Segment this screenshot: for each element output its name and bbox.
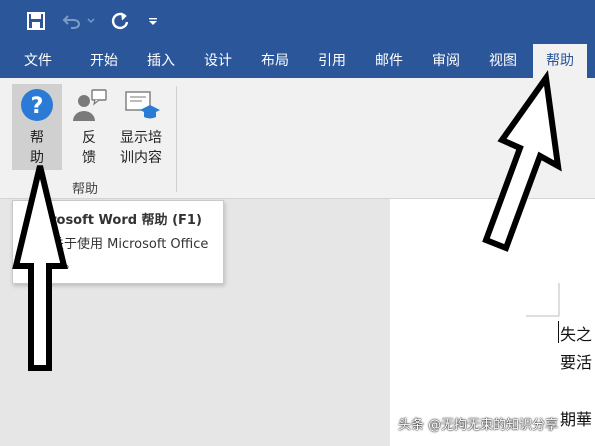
title-bar bbox=[0, 0, 595, 44]
tab-design[interactable]: 设计 bbox=[190, 44, 246, 78]
watermark: 头条 @无拘无束的知识分享 bbox=[398, 418, 559, 433]
document-line-2: 要活 bbox=[560, 353, 593, 372]
undo-icon[interactable] bbox=[60, 9, 84, 33]
feedback-button-label-line1: 反 bbox=[82, 130, 96, 146]
undo-dropdown-icon[interactable] bbox=[86, 9, 96, 33]
feedback-icon bbox=[66, 88, 112, 128]
training-icon bbox=[114, 88, 168, 128]
redo-icon[interactable] bbox=[108, 9, 132, 33]
help-button[interactable]: ? 帮 助 bbox=[12, 84, 62, 170]
annotation-arrow-up-icon bbox=[12, 165, 68, 371]
group-separator bbox=[176, 86, 177, 192]
document-line-1: 失之 bbox=[560, 325, 593, 344]
tab-layout[interactable]: 布局 bbox=[247, 44, 303, 78]
ribbon-group-label: 帮助 bbox=[72, 182, 99, 197]
help-button-label-line1: 帮 bbox=[30, 130, 44, 146]
customize-dropdown-icon[interactable] bbox=[146, 9, 160, 33]
feedback-button[interactable]: 反 馈 bbox=[66, 84, 112, 170]
svg-text:?: ? bbox=[31, 94, 44, 119]
tab-insert[interactable]: 插入 bbox=[133, 44, 189, 78]
tab-review[interactable]: 审阅 bbox=[418, 44, 474, 78]
feedback-button-label-line2: 馈 bbox=[82, 150, 96, 166]
tab-references[interactable]: 引用 bbox=[304, 44, 360, 78]
save-icon[interactable] bbox=[24, 9, 48, 33]
help-icon: ? bbox=[12, 88, 62, 128]
document-line-3: 期華 bbox=[560, 410, 593, 429]
tab-mailings[interactable]: 邮件 bbox=[361, 44, 417, 78]
training-content-button[interactable]: 显示培 训内容 bbox=[114, 84, 168, 170]
training-button-label-line2: 训内容 bbox=[120, 150, 162, 166]
annotation-arrow-tab-icon bbox=[482, 70, 562, 252]
margin-corner-mark bbox=[526, 283, 560, 317]
tab-home[interactable]: 开始 bbox=[76, 44, 132, 78]
training-button-label-line1: 显示培 bbox=[120, 130, 162, 146]
tab-file[interactable]: 文件 bbox=[10, 44, 66, 78]
text-cursor bbox=[558, 321, 559, 343]
